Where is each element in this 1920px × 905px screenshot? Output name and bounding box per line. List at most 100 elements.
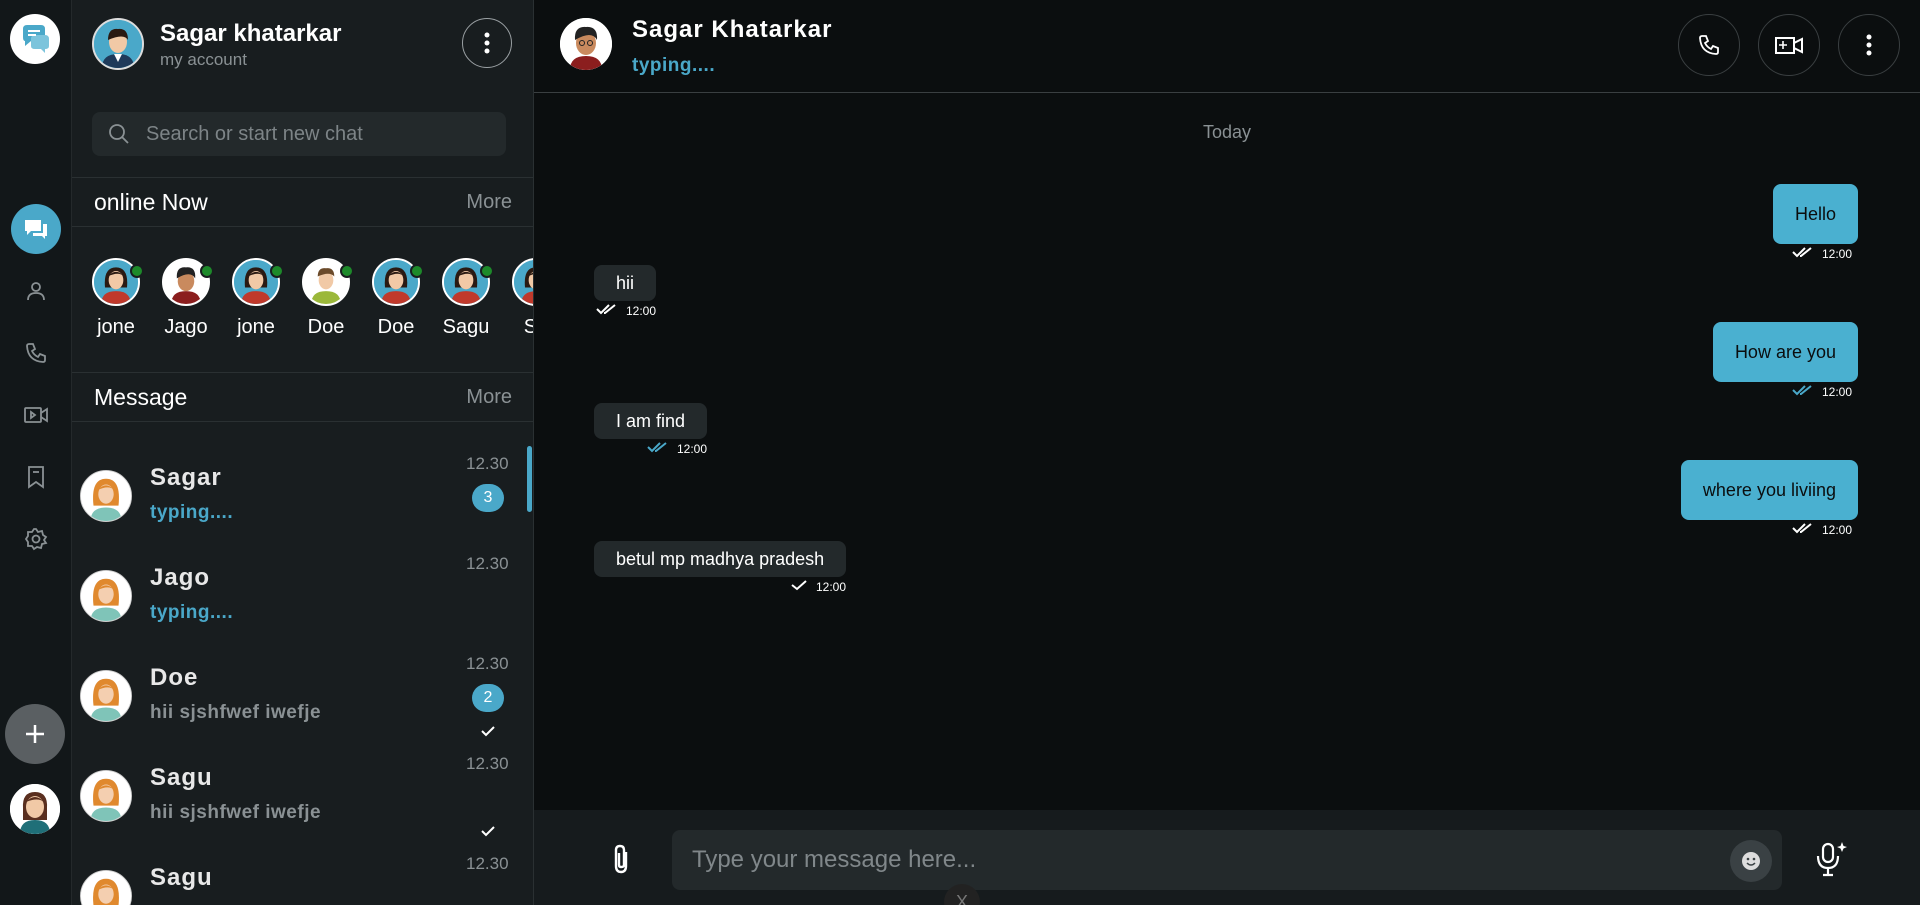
online-user-name: Sagu [442, 316, 490, 338]
chat-preview: hii sjshfwef iwefje [150, 802, 322, 823]
plus-icon [26, 725, 44, 743]
chat-name: Doe [150, 664, 199, 691]
video-call-icon [1775, 37, 1803, 54]
search-input[interactable] [146, 122, 476, 146]
attach-button[interactable] [606, 842, 636, 881]
online-now-title: online Now [94, 188, 208, 215]
conversation-pane: Sagar Khatarkar typing.... Today Hello 12… [534, 0, 1920, 905]
voice-call-button[interactable] [1678, 14, 1740, 76]
online-user-avatar [512, 258, 533, 306]
chat-avatar [80, 670, 132, 722]
online-user[interactable]: Doe [372, 258, 424, 348]
nav-rail [0, 0, 72, 905]
new-chat-button[interactable] [5, 704, 65, 764]
chat-avatar [80, 770, 132, 822]
message-composer [534, 810, 1920, 905]
read-receipt-icon [596, 303, 618, 318]
search-icon [106, 121, 132, 147]
phone-icon [1699, 35, 1719, 55]
message-meta: 12:00 [1792, 384, 1852, 399]
chat-time: 12.30 [466, 554, 509, 573]
chat-avatar [80, 870, 132, 905]
online-user[interactable]: Doe [302, 258, 354, 348]
online-status-dot [270, 264, 284, 278]
read-receipt-icon [1792, 246, 1814, 261]
online-user[interactable]: Sa [512, 258, 533, 348]
bookmark-icon[interactable] [11, 452, 61, 502]
online-user-avatar [442, 258, 494, 306]
online-status-dot [130, 264, 144, 278]
chats-icon[interactable] [11, 204, 61, 254]
profile-avatar[interactable] [10, 784, 60, 834]
online-users-list: jone Jago jone Doe Doe Sagu Sa [92, 258, 533, 348]
phone-icon[interactable] [11, 328, 61, 378]
chat-time: 12.30 [466, 654, 509, 673]
my-name: Sagar khatarkar [160, 20, 342, 47]
my-account-label: my account [160, 50, 247, 69]
online-status-dot [410, 264, 424, 278]
contacts-icon[interactable] [11, 266, 61, 316]
read-receipt-icon [790, 579, 808, 594]
chat-preview: hii sjshfwef iwefje [150, 702, 322, 723]
online-status-dot [480, 264, 494, 278]
emoji-button[interactable] [1730, 840, 1772, 882]
voice-message-button[interactable] [1814, 840, 1848, 883]
online-user[interactable]: jone [232, 258, 284, 348]
online-user[interactable]: jone [92, 258, 144, 348]
contact-avatar[interactable] [560, 18, 612, 70]
sidebar-menu-button[interactable] [462, 18, 512, 68]
my-avatar[interactable] [92, 18, 144, 70]
settings-icon[interactable] [11, 514, 61, 564]
chat-avatar [80, 470, 132, 522]
sent-message-bubble[interactable]: where you liviing [1680, 460, 1858, 520]
date-divider: Today [1202, 122, 1252, 142]
message-more-link[interactable]: More [466, 386, 512, 409]
read-receipt-icon [1792, 522, 1814, 537]
online-user-avatar [92, 258, 144, 306]
online-user-name: Doe [307, 316, 345, 338]
more-vertical-icon [1866, 34, 1872, 56]
chat-sidebar: Sagar khatarkar my account online Now Mo… [72, 0, 534, 905]
online-user-name: jone [97, 316, 135, 338]
chat-preview: typing.... [150, 602, 234, 623]
chat-name: Sagu [150, 864, 213, 891]
received-message-bubble[interactable]: hii [594, 265, 657, 301]
chat-list-item[interactable]: Sagu hii sjshfwef iwefje 12.30 [72, 740, 533, 840]
online-now-header: online Now More [72, 177, 533, 227]
chat-logo-icon[interactable] [10, 14, 60, 64]
chat-list-item[interactable]: Doe hii sjshfwef iwefje 12.30 2 [72, 640, 533, 740]
online-user[interactable]: Sagu [442, 258, 494, 348]
received-message-bubble[interactable]: betul mp madhya pradesh [594, 541, 847, 577]
sent-message-bubble[interactable]: How are you [1712, 322, 1858, 382]
sent-message-bubble[interactable]: Hello [1772, 184, 1858, 244]
chat-name: Jago [150, 564, 211, 591]
online-status-dot [200, 264, 214, 278]
message-meta: 12:00 [596, 303, 656, 318]
chat-list-scrollbar[interactable] [527, 446, 532, 512]
chat-avatar [80, 570, 132, 622]
chat-list: Sagar typing.... 12.30 3 Jago typing.... 12.30… [72, 440, 533, 905]
chat-list-item[interactable]: Jago typing.... 12.30 [72, 540, 533, 640]
chat-name: Sagar [150, 464, 222, 491]
message-input-box [672, 830, 1782, 890]
online-more-link[interactable]: More [466, 191, 512, 214]
contact-name: Sagar Khatarkar [632, 16, 833, 43]
conversation-header: Sagar Khatarkar typing.... [534, 0, 1920, 93]
online-status-dot [340, 264, 354, 278]
received-message-bubble[interactable]: I am find [594, 403, 708, 439]
mic-icon [1816, 842, 1847, 877]
online-user[interactable]: Jago [162, 258, 214, 348]
chat-preview: typing.... [150, 502, 234, 523]
message-time: 12:00 [677, 441, 708, 456]
online-user-avatar [372, 258, 424, 306]
chat-list-item[interactable]: Sagar typing.... 12.30 3 [72, 440, 533, 540]
chat-list-item[interactable]: Sagu 12.30 [72, 840, 533, 905]
message-input[interactable] [672, 830, 1692, 890]
chat-name: Sagu [150, 764, 213, 791]
video-icon[interactable] [11, 390, 61, 440]
conversation-menu-button[interactable] [1838, 14, 1900, 76]
online-user-name: jone [237, 316, 275, 338]
online-user-name: Doe [377, 316, 415, 338]
video-call-button[interactable] [1758, 14, 1820, 76]
emoji-icon [1742, 852, 1760, 870]
